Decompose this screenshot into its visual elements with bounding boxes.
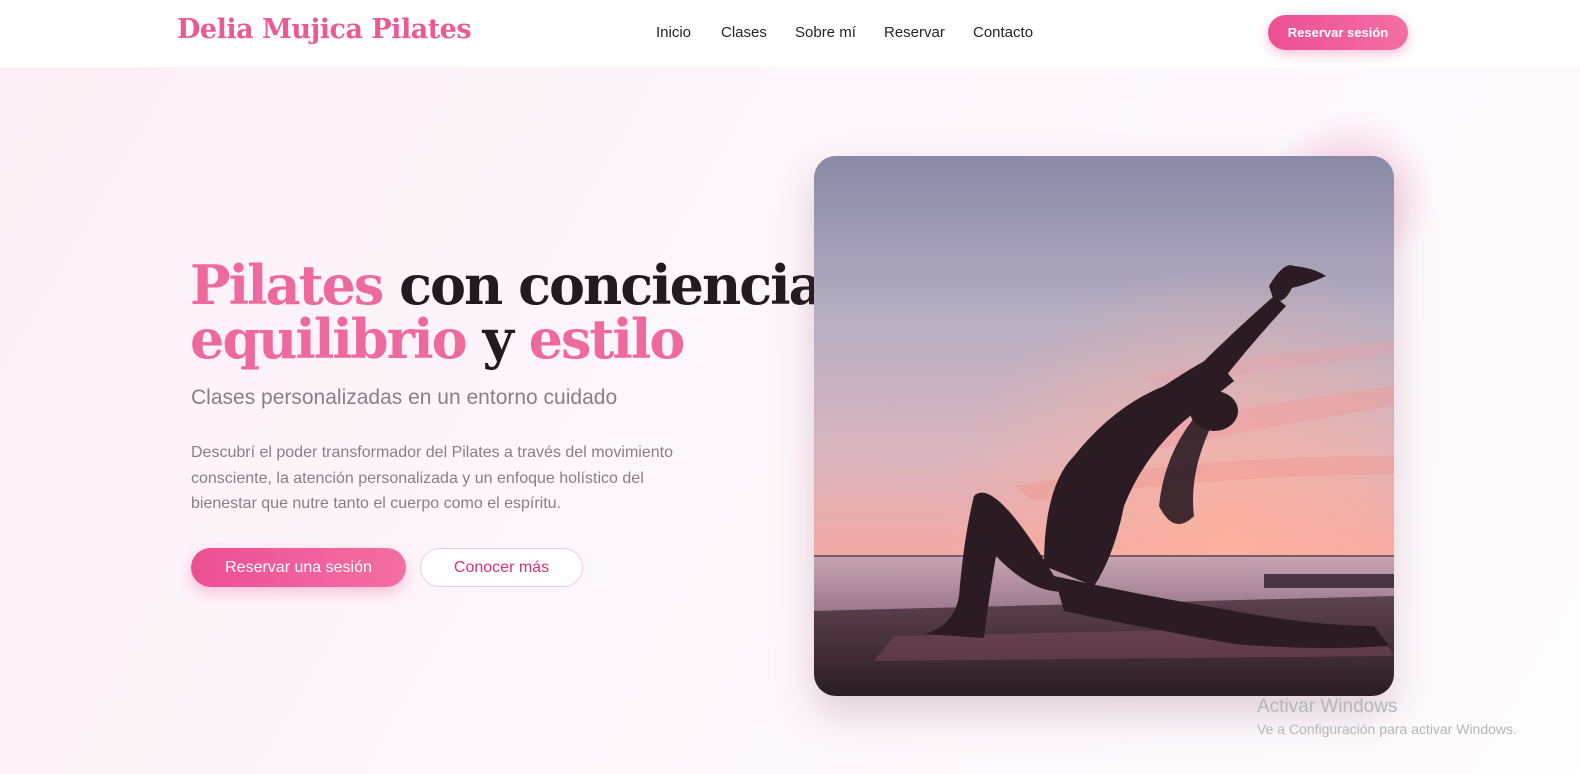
hero-title-y: y xyxy=(465,307,529,371)
header-booking-button[interactable]: Reservar sesión xyxy=(1268,15,1408,50)
nav-item-sobre-mi[interactable]: Sobre mí xyxy=(795,24,856,41)
sunset-pilates-photo xyxy=(814,156,1394,696)
hero-title-line-1: Pilates con conciencia, xyxy=(190,258,840,312)
windows-activation-subtitle: Ve a Configuración para activar Windows. xyxy=(1257,721,1517,737)
nav-item-inicio[interactable]: Inicio xyxy=(656,24,691,41)
windows-activation-title: Activar Windows xyxy=(1257,696,1398,717)
nav-item-clases[interactable]: Clases xyxy=(721,24,767,41)
hero-title-equilibrio: equilibrio xyxy=(190,307,468,371)
site-header: Delia Mujica Pilates Inicio Clases Sobre… xyxy=(0,0,1580,67)
hero-title-line-2: equilibrio y estilo xyxy=(190,312,810,366)
hero-title-estilo: estilo xyxy=(528,307,686,371)
hero-subtitle: Clases personalizadas en un entorno cuid… xyxy=(191,386,618,409)
learn-more-button[interactable]: Conocer más xyxy=(420,548,583,587)
nav-item-reservar[interactable]: Reservar xyxy=(884,24,945,41)
book-session-button[interactable]: Reservar una sesión xyxy=(191,548,406,587)
hero-image xyxy=(814,156,1394,696)
nav-item-contacto[interactable]: Contacto xyxy=(973,24,1033,41)
hero-description: Descubrí el poder transformador del Pila… xyxy=(191,444,673,512)
hero-title: Pilates con conciencia, equilibrio y est… xyxy=(190,258,840,366)
